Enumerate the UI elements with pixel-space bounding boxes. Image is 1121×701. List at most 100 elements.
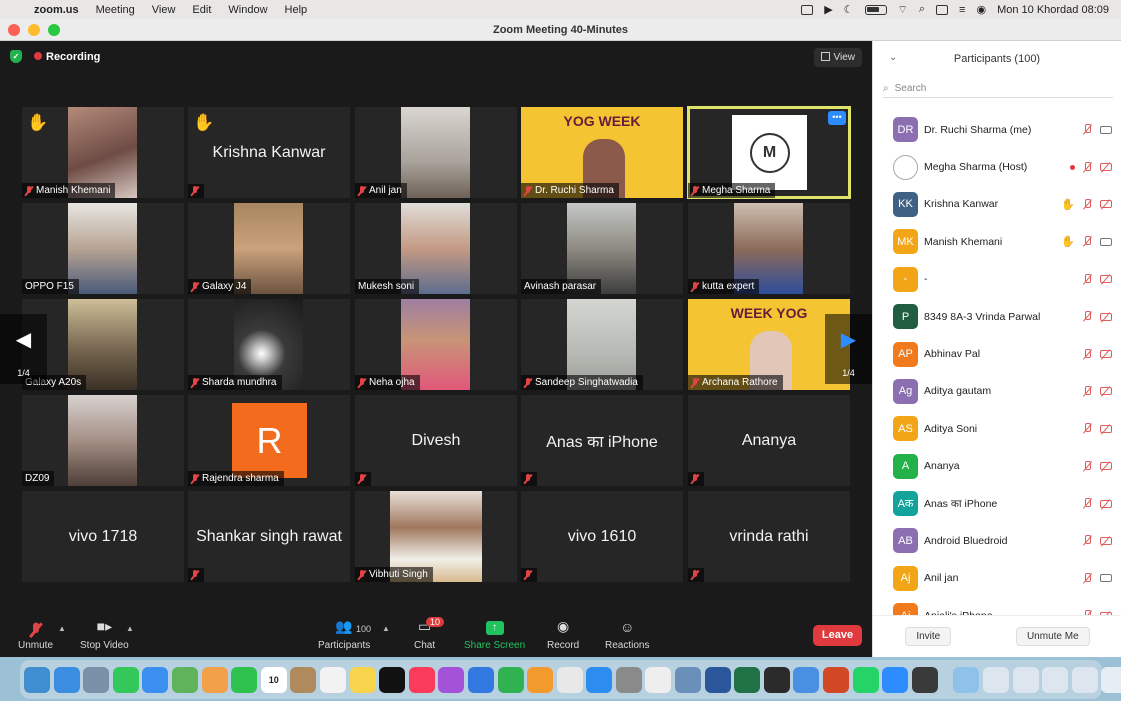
- video-tile[interactable]: vivo 1610: [521, 491, 683, 582]
- video-tile[interactable]: ✋ Manish Khemani: [22, 107, 184, 198]
- notes-icon[interactable]: [349, 666, 376, 693]
- participant-row[interactable]: MK Manish Khemani ✋: [873, 223, 1121, 260]
- menu-edit[interactable]: Edit: [192, 4, 211, 16]
- menu-help[interactable]: Help: [285, 4, 308, 16]
- participant-row[interactable]: AP Abhinav Pal: [873, 335, 1121, 372]
- menu-datetime[interactable]: Mon 10 Khordad 08:09: [997, 4, 1109, 16]
- numbers-icon[interactable]: [497, 666, 524, 693]
- video-options-caret-icon[interactable]: ▲: [126, 624, 134, 633]
- reactions-button[interactable]: ☺ Reactions: [605, 618, 649, 651]
- participant-row[interactable]: Aक Anas का iPhone: [873, 485, 1121, 522]
- participants-button[interactable]: 👥 Participants: [318, 618, 370, 651]
- siri-icon[interactable]: ◉: [976, 3, 986, 16]
- participant-row[interactable]: DR Dr. Ruchi Sharma (me): [873, 111, 1121, 148]
- calendar-icon[interactable]: 10: [260, 666, 287, 693]
- participant-search-field[interactable]: ⌕ Search: [883, 80, 1113, 98]
- video-tile[interactable]: vivo 1718: [22, 491, 184, 582]
- preview-icon[interactable]: [675, 666, 702, 693]
- apple-tv-icon[interactable]: [379, 666, 406, 693]
- menu-app-name[interactable]: zoom.us: [34, 4, 79, 16]
- contacts-icon[interactable]: [290, 666, 317, 693]
- zoom-window-button[interactable]: [48, 24, 60, 36]
- mail-icon[interactable]: [142, 666, 169, 693]
- video-tile[interactable]: Avinash parasar: [521, 203, 683, 294]
- record-button[interactable]: ◉ Record: [547, 618, 579, 651]
- trash-icon[interactable]: [1101, 666, 1121, 693]
- video-tile[interactable]: Neha ojha: [355, 299, 517, 390]
- video-tile[interactable]: R Rajendra sharma: [188, 395, 350, 486]
- moon-icon[interactable]: ☾: [844, 3, 854, 16]
- battery-icon[interactable]: [864, 4, 887, 15]
- window-thumbnail-icon[interactable]: [983, 666, 1009, 693]
- control-center-icon[interactable]: ≡: [959, 4, 965, 16]
- video-tile[interactable]: Vibhuti Singh: [355, 491, 517, 582]
- search-icon[interactable]: ⌕: [919, 3, 925, 16]
- folder-icon[interactable]: [953, 666, 980, 693]
- maps-icon[interactable]: [171, 666, 198, 693]
- video-tile[interactable]: Mukesh soni: [355, 203, 517, 294]
- video-tile[interactable]: OPPO F15: [22, 203, 184, 294]
- facetime-icon[interactable]: [231, 666, 258, 693]
- unmute-button[interactable]: Unmute: [18, 618, 53, 651]
- participant-row[interactable]: P 8349 8A-3 Vrinda Parwal: [873, 298, 1121, 335]
- participant-row[interactable]: --: [873, 261, 1121, 298]
- unmute-me-button[interactable]: Unmute Me: [1015, 627, 1090, 646]
- video-tile[interactable]: Sandeep Singhatwadia: [521, 299, 683, 390]
- participant-row[interactable]: KK Krishna Kanwar ✋: [873, 186, 1121, 223]
- activity-monitor-icon[interactable]: [763, 666, 790, 693]
- pages-icon[interactable]: [527, 666, 554, 693]
- video-tile[interactable]: Galaxy J4: [188, 203, 350, 294]
- safari-icon[interactable]: [53, 666, 80, 693]
- zoom-status-icon[interactable]: [801, 4, 814, 15]
- video-tile[interactable]: Ananya: [688, 395, 850, 486]
- quicktime-icon[interactable]: [911, 666, 938, 693]
- menu-window[interactable]: Window: [228, 4, 267, 16]
- messages-icon[interactable]: [112, 666, 139, 693]
- whatsapp-icon[interactable]: [852, 666, 879, 693]
- video-tile[interactable]: Shankar singh rawat: [188, 491, 350, 582]
- settings-icon[interactable]: [615, 666, 642, 693]
- video-tile[interactable]: Divesh: [355, 395, 517, 486]
- audio-options-caret-icon[interactable]: ▲: [58, 624, 66, 633]
- close-window-button[interactable]: [8, 24, 20, 36]
- textedit-icon[interactable]: [645, 666, 672, 693]
- powerpoint-icon[interactable]: [823, 666, 850, 693]
- reminders-icon[interactable]: [319, 666, 346, 693]
- video-tile[interactable]: Anil jan: [355, 107, 517, 198]
- window-thumbnail-icon[interactable]: [1042, 666, 1069, 693]
- view-button[interactable]: View: [813, 48, 862, 67]
- window-thumbnail-icon[interactable]: [1071, 666, 1098, 693]
- keynote-icon[interactable]: [467, 666, 494, 693]
- participant-row[interactable]: Aj Anil jan: [873, 560, 1121, 597]
- excel-icon[interactable]: [734, 666, 761, 693]
- minimize-window-button[interactable]: [28, 24, 40, 36]
- wifi-icon[interactable]: ⌔: [898, 3, 908, 17]
- more-options-icon[interactable]: •••: [828, 111, 846, 125]
- encryption-shield-icon[interactable]: ✓: [10, 50, 22, 63]
- launchpad-icon[interactable]: [83, 666, 110, 693]
- video-tile[interactable]: YOG WEEK Dr. Ruchi Sharma: [521, 107, 683, 198]
- photos-icon[interactable]: [201, 666, 228, 693]
- play-icon[interactable]: ▶: [824, 3, 832, 16]
- menu-view[interactable]: View: [152, 4, 176, 16]
- chevron-down-icon[interactable]: ⌄: [889, 52, 897, 63]
- participant-row[interactable]: AB Android Bluedroid: [873, 522, 1121, 559]
- music-icon[interactable]: [408, 666, 435, 693]
- video-tile[interactable]: kutta expert: [688, 203, 850, 294]
- video-tile[interactable]: Anas का iPhone: [521, 395, 683, 486]
- stop-video-button[interactable]: ■▸ Stop Video: [80, 618, 129, 651]
- zoom-icon[interactable]: [882, 666, 909, 693]
- display-icon[interactable]: [936, 4, 949, 15]
- video-tile[interactable]: ✋ Krishna Kanwar: [188, 107, 350, 198]
- bluetooth-icon[interactable]: [793, 666, 820, 693]
- app-store-icon[interactable]: [586, 666, 613, 693]
- next-page-button[interactable]: ▶ 1/4: [825, 314, 872, 384]
- window-thumbnail-icon[interactable]: [1012, 666, 1039, 693]
- previous-page-button[interactable]: ◀ 1/4: [0, 314, 47, 384]
- participant-row[interactable]: A Ananya: [873, 448, 1121, 485]
- video-tile[interactable]: Sharda mundhra: [188, 299, 350, 390]
- participant-row[interactable]: Ai Anjali's iPhone: [873, 597, 1121, 616]
- participant-row[interactable]: AS Aditya Soni: [873, 410, 1121, 447]
- video-tile-active-speaker[interactable]: M ••• Megha Sharma: [687, 106, 851, 199]
- finder-icon[interactable]: [24, 666, 50, 693]
